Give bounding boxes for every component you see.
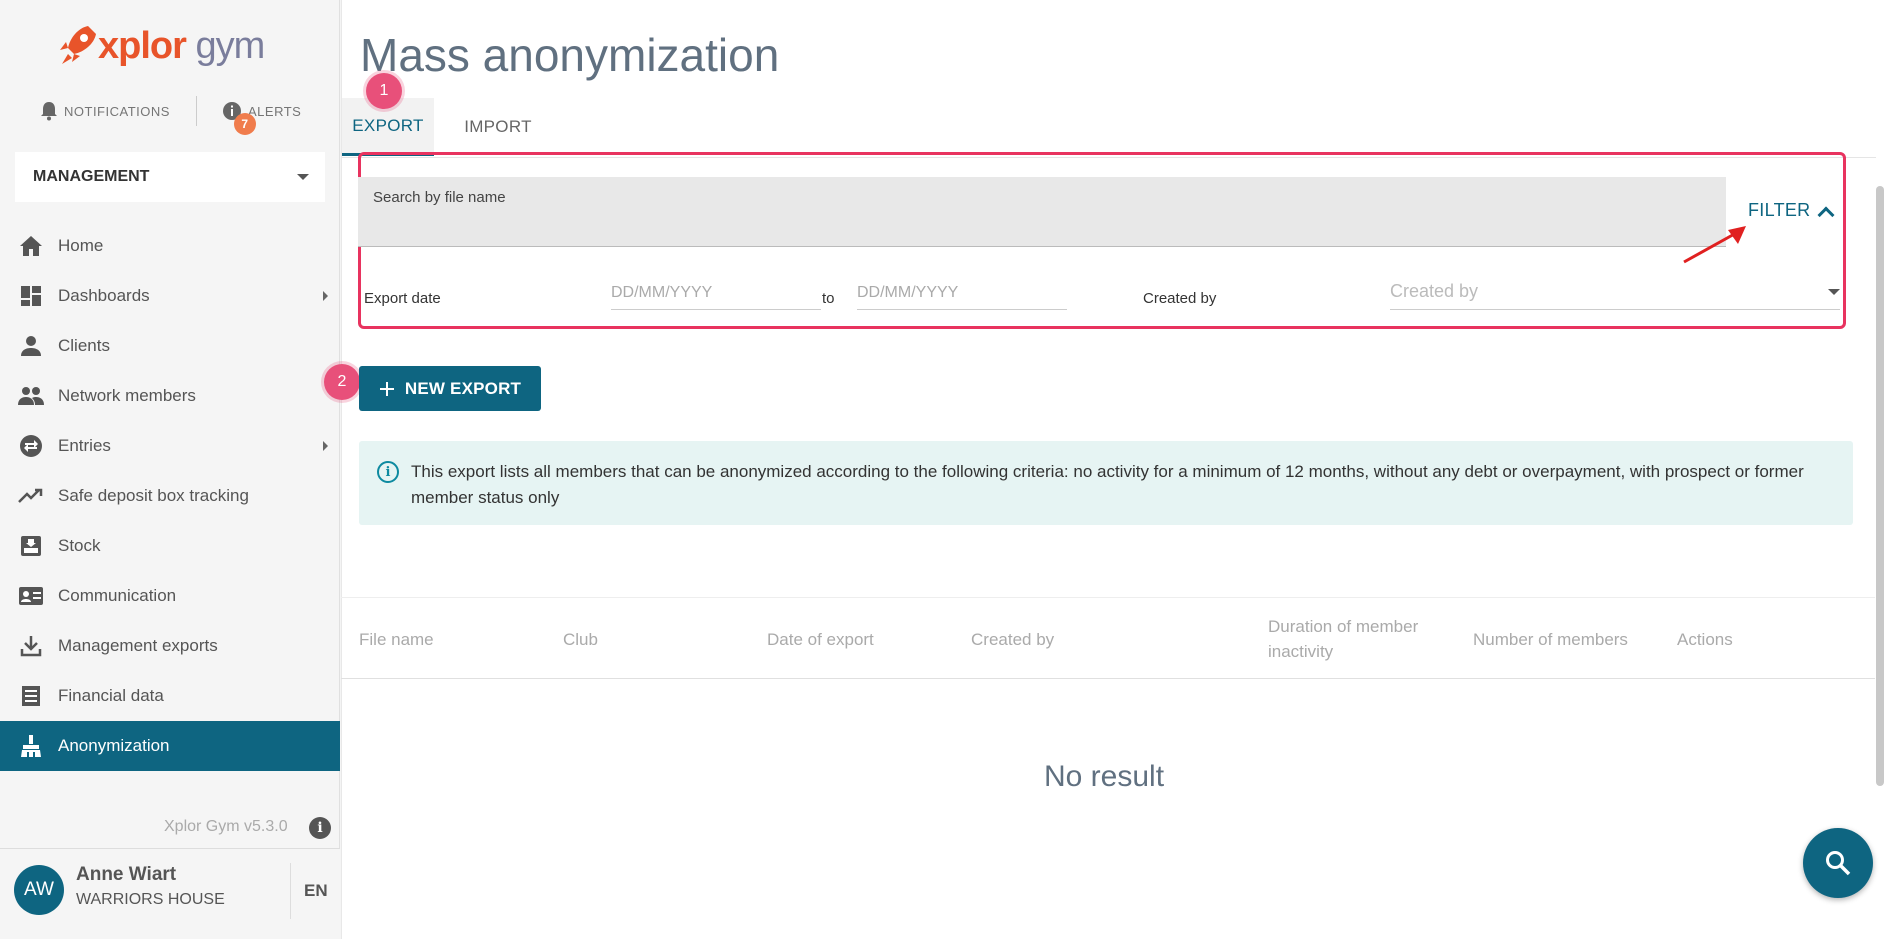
sidebar-item-stock[interactable]: Stock <box>0 521 340 571</box>
bell-icon <box>41 102 57 121</box>
search-label: Search by file name <box>373 189 506 206</box>
table-header: File name Club Date of export Created by… <box>341 597 1875 679</box>
sidebar-item-label: Stock <box>58 536 101 555</box>
notifications-bar: NOTIFICATIONS ALERTS 7 <box>0 96 340 135</box>
alerts-label: ALERTS <box>248 103 302 119</box>
sidebar-item-label: Management exports <box>58 636 218 655</box>
user-name: Anne Wiart <box>76 864 177 885</box>
sidebar-item-entries[interactable]: Entries <box>0 421 340 471</box>
column-header-file-name[interactable]: File name <box>359 598 539 680</box>
plus-icon <box>379 381 394 396</box>
alerts-button[interactable]: ALERTS 7 <box>222 101 302 135</box>
new-export-label: NEW EXPORT <box>404 378 522 398</box>
caret-down-icon <box>297 174 309 180</box>
inbox-icon <box>18 533 44 559</box>
sidebar-item-safe-deposit[interactable]: Safe deposit box tracking <box>0 471 340 521</box>
sidebar-item-label: Communication <box>58 586 177 605</box>
sidebar-item-anonymization[interactable]: Anonymization <box>0 721 340 771</box>
language-selector[interactable]: EN <box>304 881 328 901</box>
divider <box>290 863 291 919</box>
filter-toggle-button[interactable]: FILTER <box>1748 200 1835 223</box>
caret-down-icon <box>1828 288 1840 295</box>
module-select[interactable]: MANAGEMENT <box>15 152 325 202</box>
sidebar: xplor gym NOTIFICATIONS ALERTS 7 MANAGEM… <box>0 0 340 939</box>
info-text: This export lists all members that can b… <box>411 462 1804 507</box>
scrollbar-thumb[interactable] <box>1876 186 1884 786</box>
sidebar-item-label: Entries <box>58 436 111 455</box>
export-date-label: Export date <box>364 290 441 307</box>
tab-import[interactable]: IMPORT <box>452 98 544 156</box>
user-panel: AW Anne Wiart WARRIORS HOUSE EN <box>0 848 340 939</box>
created-by-placeholder: Created by <box>1390 281 1479 301</box>
trending-icon <box>18 483 44 509</box>
alerts-count-badge: 7 <box>234 113 256 135</box>
column-header-date-of-export[interactable]: Date of export <box>767 598 947 680</box>
scrollbar[interactable] <box>1874 160 1886 920</box>
sidebar-item-financial-data[interactable]: Financial data <box>0 671 340 721</box>
sidebar-item-label: Network members <box>58 386 196 405</box>
sidebar-item-home[interactable]: Home <box>0 221 340 271</box>
divider <box>196 96 197 126</box>
step-marker-2: 2 <box>324 364 360 400</box>
sidebar-item-label: Clients <box>58 336 110 355</box>
app-version: Xplor Gym v5.3.0 <box>164 818 288 835</box>
column-header-created-by[interactable]: Created by <box>971 598 1151 680</box>
sidebar-item-network-members[interactable]: Network members <box>0 371 340 421</box>
date-range-to-label: to <box>822 290 835 307</box>
chevron-right-icon <box>323 291 328 301</box>
column-header-inactivity-duration[interactable]: Duration of member inactivity <box>1268 598 1443 680</box>
empty-state-text: No result <box>1044 760 1165 793</box>
person-icon <box>18 333 44 359</box>
search-input[interactable]: Search by file name <box>358 177 1726 247</box>
dashboard-icon <box>18 283 44 309</box>
sidebar-item-clients[interactable]: Clients <box>0 321 340 371</box>
user-club: WARRIORS HOUSE <box>76 891 225 908</box>
broom-icon <box>18 733 44 759</box>
chevron-up-icon <box>1817 206 1835 223</box>
date-from-placeholder: DD/MM/YYYY <box>611 283 713 301</box>
sidebar-item-dashboards[interactable]: Dashboards <box>0 271 340 321</box>
rocket-icon <box>60 26 96 64</box>
swap-icon <box>18 433 44 459</box>
group-icon <box>18 383 44 409</box>
annotation-arrow-icon <box>1683 226 1746 264</box>
download-icon <box>18 633 44 659</box>
date-from-input[interactable]: DD/MM/YYYY <box>611 276 821 310</box>
sidebar-item-management-exports[interactable]: Management exports <box>0 621 340 671</box>
xplor-gym-logo[interactable]: xplor gym <box>58 20 265 72</box>
sidebar-item-label: Safe deposit box tracking <box>58 486 249 505</box>
search-fab-button[interactable] <box>1803 828 1873 898</box>
new-export-button[interactable]: NEW EXPORT <box>359 366 541 411</box>
step-marker-1: 1 <box>366 73 402 109</box>
created-by-label: Created by <box>1143 290 1217 307</box>
home-icon <box>18 233 44 259</box>
column-header-actions: Actions <box>1677 629 1733 649</box>
contact-card-icon <box>18 583 44 609</box>
module-select-value: MANAGEMENT <box>33 168 150 185</box>
date-to-placeholder: DD/MM/YYYY <box>857 283 959 301</box>
sidebar-item-label: Financial data <box>58 686 164 705</box>
sidebar-item-label: Anonymization <box>58 736 170 755</box>
sidebar-item-communication[interactable]: Communication <box>0 571 340 621</box>
info-icon: i <box>377 461 399 483</box>
page-title: Mass anonymization <box>360 29 780 81</box>
chevron-right-icon <box>323 441 328 451</box>
column-header-club[interactable]: Club <box>563 598 743 680</box>
tab-bar: EXPORT IMPORT <box>342 98 1876 158</box>
date-to-input[interactable]: DD/MM/YYYY <box>857 276 1067 310</box>
sidebar-item-label: Home <box>58 236 104 255</box>
sidebar-nav: Home Dashboards Clients Network members … <box>0 221 340 771</box>
avatar[interactable]: AW <box>14 865 64 915</box>
filter-toggle-label: FILTER <box>1748 200 1811 220</box>
sidebar-item-label: Dashboards <box>58 286 150 305</box>
created-by-select[interactable]: Created by <box>1390 274 1840 310</box>
column-header-number-of-members[interactable]: Number of members <box>1473 598 1663 680</box>
info-banner: i This export lists all members that can… <box>359 441 1853 525</box>
notifications-button[interactable]: NOTIFICATIONS <box>40 101 170 121</box>
receipt-icon <box>18 683 44 709</box>
search-icon <box>1826 851 1851 876</box>
notifications-label: NOTIFICATIONS <box>64 103 170 119</box>
version-info-icon[interactable]: i <box>309 817 331 839</box>
logo-text: xplor gym <box>98 24 265 67</box>
